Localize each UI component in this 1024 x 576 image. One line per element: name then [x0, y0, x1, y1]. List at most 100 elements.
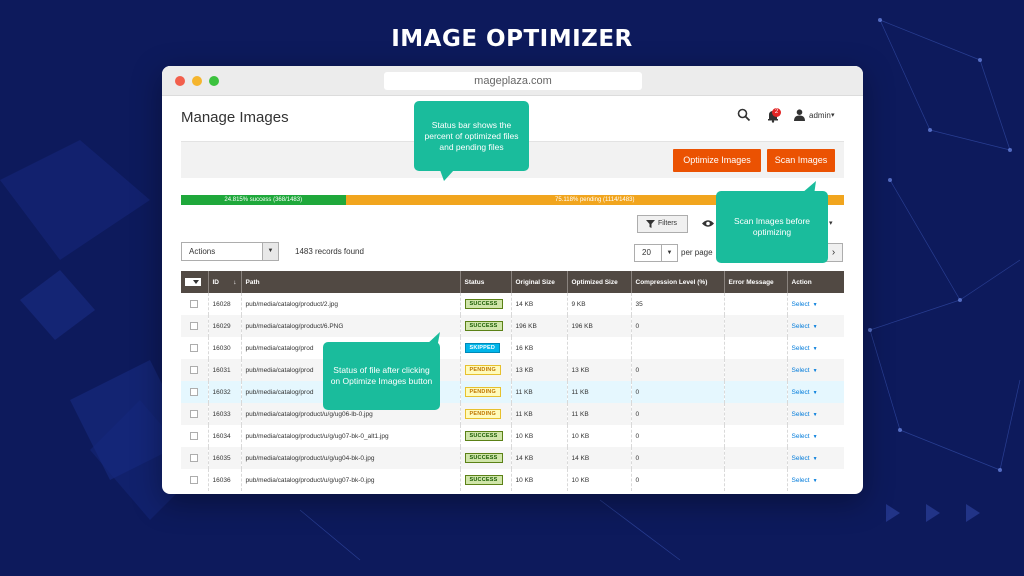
column-header-action[interactable]: Action: [786, 271, 844, 293]
table-row[interactable]: 16036 pub/media/catalog/product/u/g/ug07-…: [181, 469, 844, 491]
cell-error-message: [723, 293, 787, 315]
chevron-down-icon[interactable]: ▼: [813, 390, 818, 396]
row-checkbox[interactable]: [190, 454, 199, 462]
table-row[interactable]: 16029 pub/media/catalog/product/6.PNG SUCC…: [181, 315, 844, 337]
records-found-count: 1483 records found: [295, 247, 364, 256]
eye-icon[interactable]: [702, 219, 714, 228]
row-select-action[interactable]: Select: [792, 367, 810, 374]
row-select-action[interactable]: Select: [792, 345, 810, 352]
cell-original-size: 11 KB: [510, 381, 567, 403]
table-row[interactable]: 16032 pub/media/catalog/prod PENDING 11 KB 1…: [181, 381, 844, 403]
row-checkbox[interactable]: [190, 388, 199, 396]
table-row[interactable]: 16030 pub/media/catalog/prod SKIPPED 16 KB S…: [181, 337, 844, 359]
cell-action[interactable]: Select ▼: [786, 425, 844, 447]
row-checkbox[interactable]: [190, 300, 199, 308]
per-page-label: per page: [681, 248, 713, 257]
row-select-action[interactable]: Select: [792, 477, 810, 484]
column-header-original-size[interactable]: Original Size: [510, 271, 567, 293]
row-select-action[interactable]: Select: [792, 411, 810, 418]
row-checkbox[interactable]: [190, 476, 199, 484]
cell-error-message: [723, 359, 787, 381]
column-header-error-message[interactable]: Error Message: [723, 271, 787, 293]
mass-select-checkbox[interactable]: [185, 278, 201, 286]
cell-action[interactable]: Select ▼: [786, 403, 844, 425]
cell-action[interactable]: Select ▼: [786, 293, 844, 315]
chevron-down-icon[interactable]: ▼: [813, 478, 818, 484]
table-row[interactable]: 16028 pub/media/catalog/product/2.jpg SUCC…: [181, 293, 844, 315]
table-row[interactable]: 16034 pub/media/catalog/product/u/g/ug07-…: [181, 425, 844, 447]
cell-path: pub/media/catalog/product/6.PNG: [240, 315, 460, 337]
row-select-action[interactable]: Select: [792, 389, 810, 396]
cell-path: pub/media/catalog/product/u/g/ug07-bk-0_…: [240, 425, 460, 447]
sort-arrow-icon: ↓: [233, 278, 237, 286]
per-page-select[interactable]: 20 ▼: [634, 244, 678, 262]
url-bar[interactable]: mageplaza.com: [384, 72, 642, 90]
chevron-down-icon[interactable]: ▼: [813, 368, 818, 374]
columns-chevron-down-icon[interactable]: ▾: [829, 219, 833, 227]
close-window-dot[interactable]: [175, 76, 185, 86]
chevron-down-icon[interactable]: ▼: [813, 412, 818, 418]
row-checkbox-cell[interactable]: [181, 381, 208, 403]
row-checkbox[interactable]: [190, 322, 199, 330]
row-checkbox[interactable]: [190, 410, 199, 418]
cell-action[interactable]: Select ▼: [786, 469, 844, 491]
row-select-action[interactable]: Select: [792, 301, 810, 308]
chevron-down-icon[interactable]: ▼: [813, 346, 818, 352]
row-checkbox[interactable]: [190, 344, 199, 352]
optimize-images-button[interactable]: Optimize Images: [673, 149, 761, 172]
cell-action[interactable]: Select ▼: [786, 337, 844, 359]
row-checkbox-cell[interactable]: [181, 425, 208, 447]
row-checkbox-cell[interactable]: [181, 315, 208, 337]
chevron-down-icon: ▼: [262, 243, 278, 260]
row-checkbox-cell[interactable]: [181, 447, 208, 469]
scan-images-button[interactable]: Scan Images: [767, 149, 835, 172]
cell-status: SUCCESS: [459, 425, 511, 447]
cell-action[interactable]: Select ▼: [786, 447, 844, 469]
cell-action[interactable]: Select ▼: [786, 315, 844, 337]
column-header-status[interactable]: Status: [459, 271, 511, 293]
row-checkbox-cell[interactable]: [181, 359, 208, 381]
table-row[interactable]: 16035 pub/media/catalog/product/u/g/ug04-…: [181, 447, 844, 469]
maximize-window-dot[interactable]: [209, 76, 219, 86]
row-checkbox-cell[interactable]: [181, 469, 208, 491]
mass-actions-select[interactable]: Actions ▼: [181, 242, 279, 261]
row-checkbox-cell[interactable]: [181, 403, 208, 425]
select-all-header[interactable]: [181, 271, 208, 293]
row-select-action[interactable]: Select: [792, 433, 810, 440]
row-checkbox[interactable]: [190, 432, 199, 440]
column-header-compression-level[interactable]: Compression Level (%): [630, 271, 724, 293]
per-page-value: 20: [642, 248, 651, 257]
notification-badge: 2: [772, 108, 781, 117]
chevron-down-icon[interactable]: ▼: [813, 434, 818, 440]
user-icon[interactable]: [794, 109, 805, 121]
column-header-optimized-size[interactable]: Optimized Size: [566, 271, 631, 293]
chevron-down-icon[interactable]: ▼: [813, 324, 818, 330]
chevron-down-icon[interactable]: ▼: [813, 302, 818, 308]
callout-scan-images: Scan Images before optimizing: [716, 191, 828, 263]
table-row[interactable]: 16031 pub/media/catalog/prod PENDING 13 KB 1…: [181, 359, 844, 381]
cell-action[interactable]: Select ▼: [786, 359, 844, 381]
chevron-down-icon[interactable]: ▼: [813, 456, 818, 462]
row-checkbox-cell[interactable]: [181, 337, 208, 359]
row-checkbox[interactable]: [190, 366, 199, 374]
column-header-id[interactable]: ID ↓: [207, 271, 241, 293]
cell-optimized-size: 13 KB: [566, 359, 631, 381]
cell-compression-level: 0: [630, 403, 724, 425]
cell-path: pub/media/catalog/product/2.jpg: [240, 293, 460, 315]
cell-compression-level: 35: [630, 293, 724, 315]
row-select-action[interactable]: Select: [792, 455, 810, 462]
minimize-window-dot[interactable]: [192, 76, 202, 86]
admin-user-label[interactable]: admin: [809, 111, 831, 120]
row-checkbox-cell[interactable]: [181, 293, 208, 315]
cell-id: 16028: [207, 293, 241, 315]
row-select-action[interactable]: Select: [792, 323, 810, 330]
table-row[interactable]: 16033 pub/media/catalog/product/u/g/ug06-…: [181, 403, 844, 425]
chevron-down-icon[interactable]: ▾: [831, 111, 835, 119]
filters-button[interactable]: Filters: [637, 215, 688, 233]
status-badge: SUCCESS: [464, 453, 503, 463]
column-header-path[interactable]: Path: [240, 271, 460, 293]
search-icon[interactable]: [737, 108, 751, 122]
cell-optimized-size: 14 KB: [566, 447, 631, 469]
cell-action[interactable]: Select ▼: [786, 381, 844, 403]
cell-original-size: 10 KB: [510, 425, 567, 447]
